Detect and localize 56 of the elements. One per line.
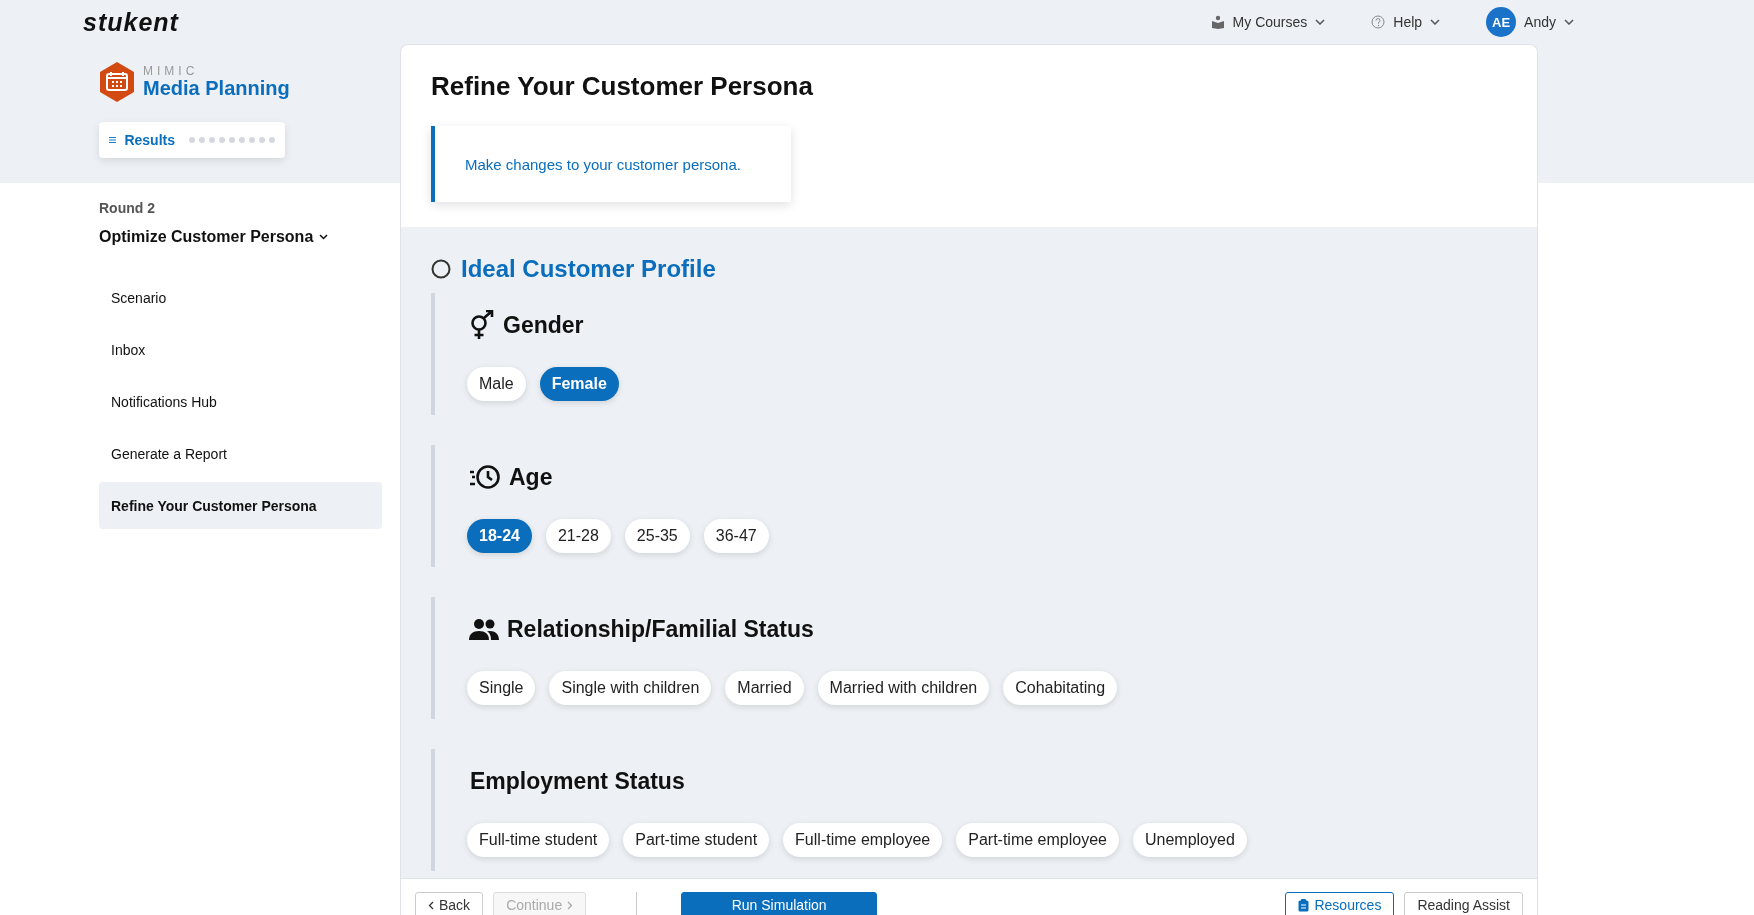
option-chip[interactable]: Part-time student [623,823,770,857]
chevron-down-icon [1430,19,1441,25]
calendar-logo-icon [99,62,135,102]
round-label: Round 2 [99,200,156,216]
module-dropdown[interactable]: Optimize Customer Persona [99,228,329,246]
option-chip[interactable]: Cohabitating [1003,671,1118,705]
clock-speed-icon [469,464,501,490]
option-chip[interactable]: 18-24 [467,519,532,553]
callout: Make changes to your customer persona. [431,126,791,202]
results-button[interactable]: Results [99,122,285,158]
option-chip[interactable]: 36-47 [703,519,769,553]
chevron-right-icon [567,900,574,910]
sidebar-item[interactable]: Generate a Report [99,430,382,477]
option-chip[interactable]: Married with children [817,671,990,705]
group-title: Gender [503,311,584,339]
group-title: Employment Status [470,767,685,795]
option-chip[interactable]: Female [539,367,619,401]
chevron-down-icon [1315,19,1326,25]
option-chip[interactable]: 25-35 [624,519,690,553]
chevron-icon [319,234,329,240]
chevron-down-icon [1564,19,1574,25]
resources-button[interactable]: Resources [1285,892,1395,915]
reading-assist-button[interactable]: Reading Assist [1404,892,1523,915]
option-chip[interactable]: 21-28 [545,519,611,553]
sidebar-item[interactable]: Notifications Hub [99,378,382,425]
brand-label: MIMIC [143,64,200,77]
book-person-icon [1210,15,1225,29]
back-button[interactable]: Back [415,892,484,915]
section-title: Ideal Customer Profile [461,255,716,283]
clipboard-icon [1298,898,1310,912]
avatar: AE [1486,7,1517,37]
people-icon [469,618,499,640]
chevron-left-icon [428,900,434,910]
option-chip[interactable]: Full-time student [467,823,610,857]
sidebar-item[interactable]: Scenario [99,274,382,321]
run-simulation-button[interactable]: Run Simulation [681,892,878,915]
app-title: Media Planning [143,76,290,100]
logo[interactable]: stukent [83,7,179,37]
page-title: Refine Your Customer Persona [431,71,814,102]
sidebar-item[interactable]: Inbox [99,326,382,373]
help-menu[interactable]: Help [1371,14,1441,30]
option-chip[interactable]: Single [467,671,536,705]
gender-icon [469,310,495,340]
option-chip[interactable]: Part-time employee [956,823,1119,857]
option-chip[interactable]: Full-time employee [783,823,943,857]
user-menu[interactable]: AE Andy [1486,7,1574,37]
courses-menu[interactable]: My Courses [1210,14,1326,30]
help-icon [1371,15,1386,29]
group-title: Age [509,463,553,491]
menu-icon [109,135,117,145]
sidebar-item[interactable]: Refine Your Customer Persona [99,482,382,529]
option-chip[interactable]: Single with children [549,671,712,705]
option-chip[interactable]: Unemployed [1132,823,1247,857]
group-title: Relationship/Familial Status [507,615,814,643]
option-chip[interactable]: Married [725,671,804,705]
option-chip[interactable]: Male [467,367,526,401]
